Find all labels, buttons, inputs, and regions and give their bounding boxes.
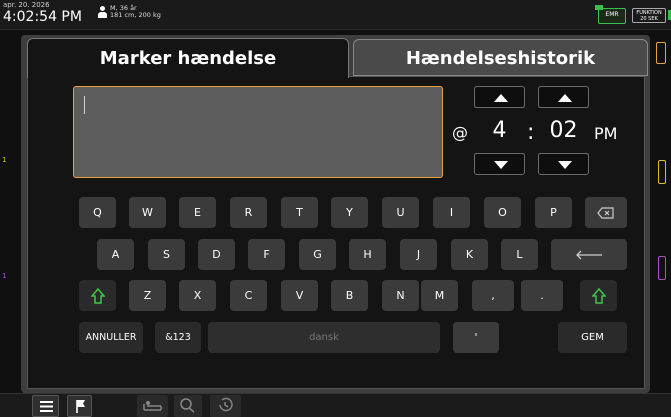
key-m[interactable]: M [421, 280, 458, 311]
shift-icon [89, 287, 106, 304]
key-e[interactable]: E [179, 197, 216, 228]
background-yellow-box [658, 160, 666, 184]
hour-up-button[interactable] [474, 86, 525, 108]
cancel-button[interactable]: ANNULLER [79, 322, 143, 353]
text-caret [84, 96, 85, 114]
menu-button[interactable] [32, 395, 59, 417]
ampm-label: PM [594, 124, 618, 143]
history-button[interactable] [210, 395, 241, 417]
time-colon: : [527, 120, 535, 145]
key-y[interactable]: Y [331, 197, 368, 228]
emr-button[interactable]: EMR [595, 5, 626, 24]
hamburger-menu-icon [40, 401, 53, 412]
tab-mark-event[interactable]: Marker hændelse [27, 38, 349, 78]
backspace-icon [597, 207, 614, 219]
apostrophe-key[interactable]: ' [453, 322, 499, 353]
shift-key-left[interactable] [79, 280, 116, 311]
key-o[interactable]: O [484, 197, 521, 228]
key-w[interactable]: W [129, 197, 166, 228]
hour-spinner: 4 [474, 86, 525, 175]
patient-info[interactable]: M, 36 år 181 cm, 200 kg [98, 4, 161, 20]
minute-down-button[interactable] [538, 153, 589, 175]
key-j[interactable]: J [400, 239, 437, 270]
key-k[interactable]: K [451, 239, 488, 270]
hour-down-button[interactable] [474, 153, 525, 175]
key-z[interactable]: Z [129, 280, 166, 311]
key-d[interactable]: D [198, 239, 235, 270]
key-u[interactable]: U [382, 197, 419, 228]
key-f[interactable]: F [248, 239, 285, 270]
app-screen: apr. 20. 2026 4:02:54 PM M, 36 år 181 cm… [0, 0, 671, 417]
background-marker-purple: 1 [2, 272, 7, 280]
key-b[interactable]: B [331, 280, 368, 311]
function-duration: 20 SEK [640, 16, 658, 22]
shift-icon [590, 287, 607, 304]
shift-key-right[interactable] [580, 280, 617, 311]
history-icon [219, 397, 233, 412]
tab-event-history[interactable]: Hændelseshistorik [353, 39, 648, 76]
symbols-key[interactable]: &123 [155, 322, 201, 353]
hour-value: 4 [474, 108, 525, 153]
flag-button[interactable] [67, 395, 92, 417]
save-button[interactable]: GEM [558, 322, 627, 353]
minute-value: 02 [538, 108, 589, 153]
datetime: apr. 20. 2026 4:02:54 PM [3, 1, 82, 25]
key-g[interactable]: G [299, 239, 336, 270]
background-orange-box [656, 42, 666, 64]
enter-key[interactable] [551, 239, 627, 270]
minute-spinner: 02 [538, 86, 589, 175]
key-c[interactable]: C [230, 280, 267, 311]
key-a[interactable]: A [97, 239, 134, 270]
key-x[interactable]: X [179, 280, 216, 311]
key-comma[interactable]: , [472, 280, 514, 311]
bed-button[interactable] [137, 395, 168, 417]
enter-arrow-icon [576, 250, 602, 260]
status-bar: apr. 20. 2026 4:02:54 PM M, 36 år 181 cm… [0, 0, 671, 30]
key-n[interactable]: N [382, 280, 419, 311]
patient-height-weight: 181 cm, 200 kg [110, 11, 161, 20]
space-bar[interactable]: dansk [208, 322, 440, 353]
key-l[interactable]: L [501, 239, 538, 270]
date-label: apr. 20. 2026 [3, 1, 50, 9]
key-s[interactable]: S [148, 239, 185, 270]
key-q[interactable]: Q [79, 197, 116, 228]
patient-icon [98, 6, 107, 18]
key-period[interactable]: . [521, 280, 563, 311]
key-i[interactable]: I [433, 197, 470, 228]
minute-up-button[interactable] [538, 86, 589, 108]
key-r[interactable]: R [230, 197, 267, 228]
flag-icon [76, 400, 85, 413]
at-symbol: @ [452, 123, 468, 142]
time-label: 4:02:54 PM [3, 9, 82, 25]
patient-bed-icon [143, 401, 162, 411]
bottom-bar [0, 393, 671, 417]
function-button[interactable]: FUNKTION 20 SEK [632, 8, 666, 23]
sensor-button[interactable] [174, 395, 202, 417]
key-h[interactable]: H [349, 239, 386, 270]
sensor-icon [180, 398, 195, 413]
key-v[interactable]: V [281, 280, 318, 311]
background-marker-yellow: 1 [2, 156, 7, 164]
key-t[interactable]: T [281, 197, 318, 228]
backspace-key[interactable] [585, 197, 627, 228]
event-text-input[interactable] [73, 86, 443, 178]
key-p[interactable]: P [535, 197, 572, 228]
background-purple-box [658, 256, 666, 280]
